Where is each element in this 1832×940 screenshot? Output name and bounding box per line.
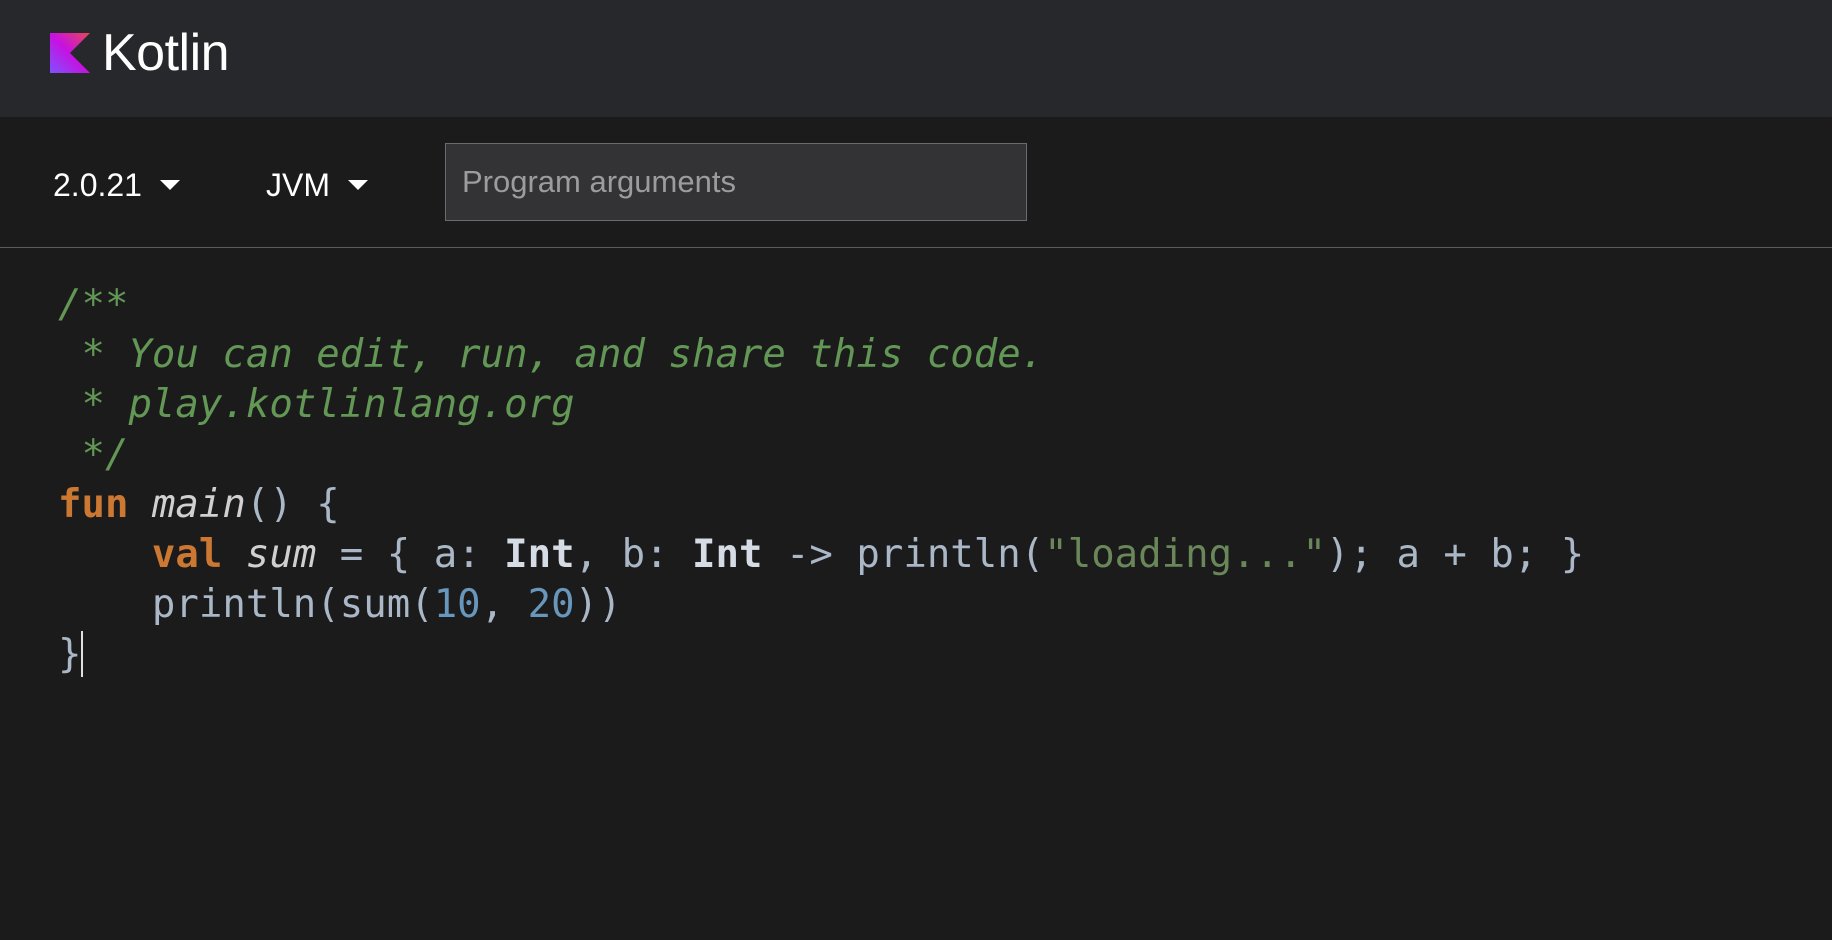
- keyword-token: fun: [58, 482, 129, 527]
- playground-toolbar: 2.0.21 JVM: [0, 117, 1832, 248]
- comment-token: * You can edit, run, and share this code…: [58, 332, 1045, 377]
- caret-down-icon: [348, 180, 368, 190]
- target-label: JVM: [266, 166, 330, 203]
- code-token: }: [58, 632, 82, 677]
- code-editor[interactable]: /** * You can edit, run, and share this …: [0, 248, 1832, 940]
- top-header: Kotlin: [0, 0, 1832, 117]
- code-token: ); a + b; }: [1326, 532, 1585, 577]
- number-token: 10: [433, 582, 481, 627]
- code-line-7: println(sum(10, 20)): [58, 580, 1584, 630]
- code-line-8: }: [58, 630, 1584, 680]
- caret-down-icon: [159, 180, 180, 190]
- code-line-6: val sum = { a: Int, b: Int -> println("l…: [58, 530, 1584, 580]
- code-line-2: * You can edit, run, and share this code…: [58, 330, 1584, 380]
- number-token: 20: [527, 582, 575, 627]
- logo-text: Kotlin: [102, 24, 230, 82]
- code-line-1: /**: [58, 280, 1584, 330]
- type-token: Int: [692, 532, 763, 577]
- code-token: ,: [480, 582, 528, 627]
- code-token: println(sum(: [151, 582, 434, 627]
- indent-token: [58, 532, 152, 577]
- indent-token: [58, 582, 152, 627]
- code-token: )): [574, 582, 622, 627]
- function-name-token: main: [151, 482, 246, 527]
- code-token: = { a:: [316, 532, 505, 577]
- kotlin-logo[interactable]: Kotlin: [50, 24, 230, 82]
- code-content[interactable]: /** * You can edit, run, and share this …: [58, 280, 1584, 680]
- code-token: -> println(: [762, 532, 1045, 577]
- comment-token: /**: [58, 282, 129, 327]
- program-arguments-input[interactable]: [445, 143, 1027, 221]
- version-dropdown[interactable]: 2.0.21: [53, 165, 180, 205]
- type-token: Int: [504, 532, 575, 577]
- string-token: "loading...": [1044, 532, 1326, 577]
- code-line-4: */: [58, 430, 1584, 480]
- punctuation-token: () {: [245, 482, 340, 527]
- code-line-5: fun main() {: [58, 480, 1584, 530]
- code-token: , b:: [574, 532, 693, 577]
- keyword-token: val: [151, 532, 223, 577]
- code-line-3: * play.kotlinlang.org: [58, 380, 1584, 430]
- kotlin-logo-icon: [50, 33, 90, 73]
- version-label: 2.0.21: [53, 166, 142, 203]
- comment-token: */: [58, 432, 129, 477]
- variable-name-token: sum: [245, 532, 317, 577]
- target-platform-dropdown[interactable]: JVM: [266, 165, 368, 205]
- comment-token: * play.kotlinlang.org: [58, 382, 575, 427]
- text-cursor: [81, 631, 84, 677]
